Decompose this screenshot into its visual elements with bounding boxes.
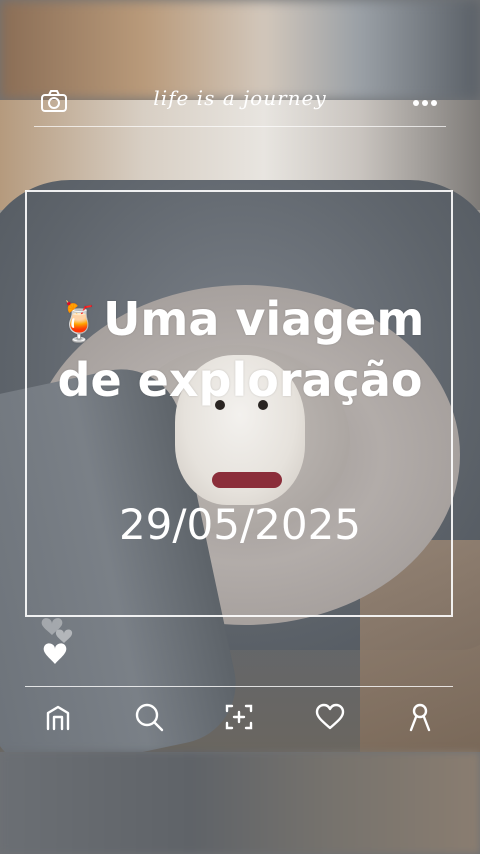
nav-add[interactable]: [214, 696, 264, 738]
top-bar: life is a journey: [34, 86, 446, 124]
nav-search[interactable]: [124, 696, 174, 738]
heart-solid-icon: [43, 643, 67, 664]
post-date: 29/05/2025: [118, 500, 362, 549]
heart-icon: [315, 703, 344, 730]
top-divider: [34, 126, 446, 127]
blurred-top-background: [0, 0, 480, 100]
search-icon: [135, 703, 163, 732]
heart-faded-small-icon: [55, 629, 73, 643]
profile-icon: [409, 703, 431, 732]
home-icon: [46, 705, 70, 731]
nav-favorites[interactable]: [305, 696, 355, 738]
post-headline: 🍹Uma viagem de exploração: [40, 290, 440, 409]
blurred-bottom-background: [0, 752, 480, 854]
cocktail-emoji: 🍹: [55, 300, 104, 344]
add-icon: [225, 704, 253, 730]
more-icon[interactable]: [410, 94, 440, 106]
headline-text: Uma viagem de exploração: [57, 292, 425, 407]
nav-profile[interactable]: [395, 696, 445, 738]
app-title: life is a journey: [153, 86, 327, 110]
bottom-nav: [25, 696, 453, 740]
nav-divider: [25, 686, 453, 687]
floating-hearts: [38, 608, 82, 668]
nav-home[interactable]: [33, 696, 83, 738]
